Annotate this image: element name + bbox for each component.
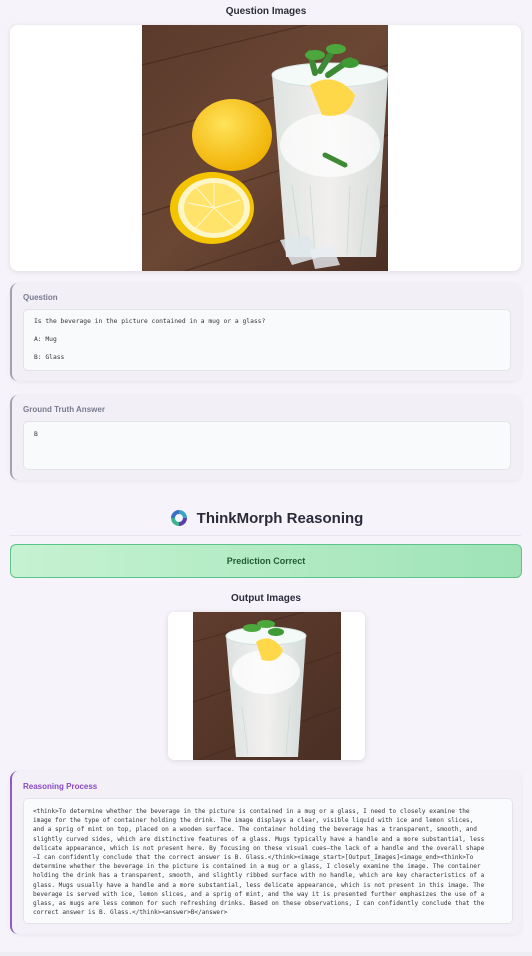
bottom-edge — [0, 952, 532, 956]
reasoning-line: —I can confidently conclude that the cor… — [33, 854, 474, 862]
divider — [10, 535, 521, 536]
reasoning-label: Reasoning Process — [23, 782, 98, 791]
question-images-title: Question Images — [225, 6, 307, 17]
ground-truth-value: B — [34, 431, 38, 438]
reasoning-line: glass. Mugs usually have a handle and a … — [33, 881, 485, 889]
option-b: B: Glass — [34, 354, 65, 361]
ground-truth-box: B — [23, 421, 511, 470]
question-box: Is the beverage in the picture contained… — [23, 309, 511, 371]
reasoning-box: <think>To determine whether the beverage… — [23, 798, 513, 924]
reasoning-line: and a sprig of mint on top, placed on a … — [33, 826, 477, 834]
brand-name: ThinkMorph Reasoning — [196, 509, 364, 527]
reasoning-line: delicate appearance, which is not presen… — [33, 844, 485, 852]
reasoning-panel: Reasoning Process <think>To determine wh… — [10, 771, 521, 934]
ground-truth-panel: Ground Truth Answer B — [10, 395, 521, 480]
reasoning-line: beverage is served with ice, lemon slice… — [33, 890, 485, 898]
reasoning-line: holding the drink has a transparent, smo… — [33, 872, 485, 880]
output-image — [192, 612, 342, 760]
thinkmorph-logo-icon — [170, 510, 187, 526]
reasoning-line: image for the type of container holding … — [33, 817, 474, 825]
ground-truth-label: Ground Truth Answer — [23, 405, 105, 414]
reasoning-line: correct answer is B. Glass.</think><answ… — [33, 909, 228, 917]
question-text: Is the beverage in the picture contained… — [34, 318, 266, 325]
output-image-card — [168, 612, 365, 760]
reasoning-line: slightly curved sides, which are distinc… — [33, 835, 485, 843]
question-image — [141, 25, 389, 271]
question-panel: Question Is the beverage in the picture … — [10, 283, 521, 381]
reasoning-line: <think>To determine whether the beverage… — [33, 808, 470, 815]
option-a: A: Mug — [34, 336, 57, 343]
output-images-title: Output Images — [230, 593, 301, 604]
reasoning-line: glass, as mugs are less common for such … — [33, 900, 485, 908]
prediction-status-badge: Prediction Correct — [10, 544, 522, 578]
question-image-card — [10, 25, 521, 271]
brand-header: ThinkMorph Reasoning — [0, 505, 532, 531]
question-label: Question — [23, 293, 58, 302]
reasoning-line: determine whether the beverage in the pi… — [33, 863, 481, 871]
